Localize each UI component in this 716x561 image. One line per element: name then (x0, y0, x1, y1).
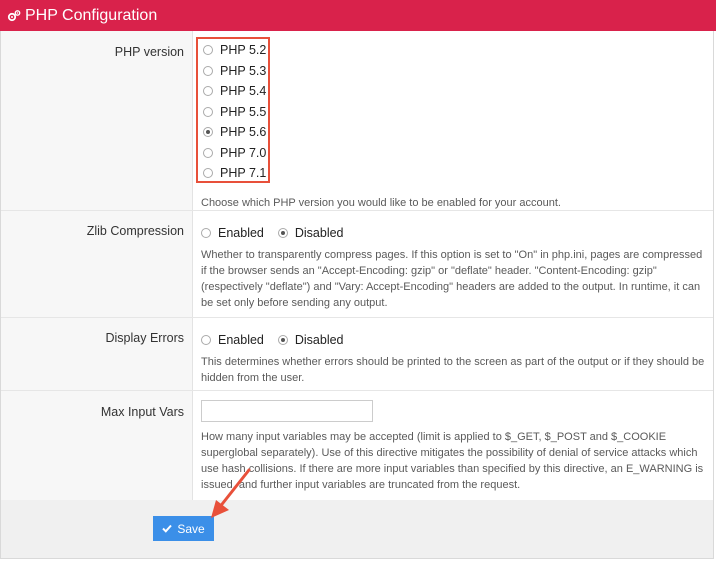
panel-title: PHP Configuration (25, 6, 158, 24)
php-version-label-cell: PHP version (1, 31, 193, 210)
max-input-vars-help: How many input variables may be accepted… (201, 431, 704, 491)
max-input-vars-input[interactable] (201, 400, 373, 422)
php-version-label: PHP version (114, 45, 184, 59)
max-input-vars-label: Max Input Vars (100, 405, 184, 419)
php-5-2-option[interactable]: PHP 5.2 (203, 40, 705, 61)
check-icon (162, 524, 173, 533)
display-errors-help: This determines whether errors should be… (201, 356, 705, 384)
radio-button-selected[interactable] (277, 228, 288, 238)
zlib-label: Zlib Compression (86, 224, 184, 238)
radio-button-selected[interactable] (277, 335, 288, 345)
annotation-arrow-icon (211, 468, 251, 518)
php-5-4-option[interactable]: PHP 5.4 (203, 81, 705, 102)
zlib-help: Whether to transparently compress pages.… (201, 249, 703, 309)
panel-header: PHP Configuration (0, 0, 716, 31)
radio-button[interactable] (201, 335, 211, 345)
gears-icon (7, 9, 21, 23)
display-errors-field: Enabled Disabled This determines whether… (201, 332, 705, 386)
zlib-label-cell: Zlib Compression (1, 211, 193, 317)
zlib-field: Enabled Disabled Whether to transparentl… (201, 225, 705, 311)
radio-button[interactable] (201, 228, 211, 238)
php-5-3-option[interactable]: PHP 5.3 (203, 61, 705, 82)
php-7-1-option[interactable]: PHP 7.1 (203, 163, 705, 184)
max-input-vars-label-cell: Max Input Vars (1, 391, 193, 500)
max-input-vars-field: How many input variables may be accepted… (201, 400, 705, 493)
php-version-field: PHP 5.2 PHP 5.3 PHP 5.4 PHP 5.5 PHP 5.6 … (201, 40, 705, 211)
display-errors-label-cell: Display Errors (1, 318, 193, 390)
php-version-highlight-box (196, 37, 270, 183)
form-footer: Save (1, 500, 713, 558)
display-errors-disabled-option[interactable]: Disabled (277, 332, 344, 348)
php-version-row: PHP version PHP 5.2 PHP 5.3 PHP 5.4 PHP … (1, 31, 713, 211)
max-input-vars-row: Max Input Vars How many input variables … (1, 391, 713, 500)
php-7-0-option[interactable]: PHP 7.0 (203, 143, 705, 164)
display-errors-radio-group: Enabled Disabled (201, 332, 705, 348)
display-errors-enabled-option[interactable]: Enabled (201, 332, 264, 348)
php-version-radio-group: PHP 5.2 PHP 5.3 PHP 5.4 PHP 5.5 PHP 5.6 … (201, 40, 705, 184)
save-button-label: Save (177, 521, 205, 536)
php-5-6-option[interactable]: PHP 5.6 (203, 122, 705, 143)
php-version-help: Choose which PHP version you would like … (201, 196, 561, 209)
zlib-enabled-option[interactable]: Enabled (201, 225, 264, 241)
display-errors-row: Display Errors Enabled Disabled This det… (1, 318, 713, 391)
php-5-5-option[interactable]: PHP 5.5 (203, 102, 705, 123)
display-errors-label: Display Errors (105, 331, 185, 345)
zlib-compression-row: Zlib Compression Enabled Disabled Whethe… (1, 211, 713, 318)
zlib-disabled-option[interactable]: Disabled (277, 225, 344, 241)
zlib-radio-group: Enabled Disabled (201, 225, 705, 241)
